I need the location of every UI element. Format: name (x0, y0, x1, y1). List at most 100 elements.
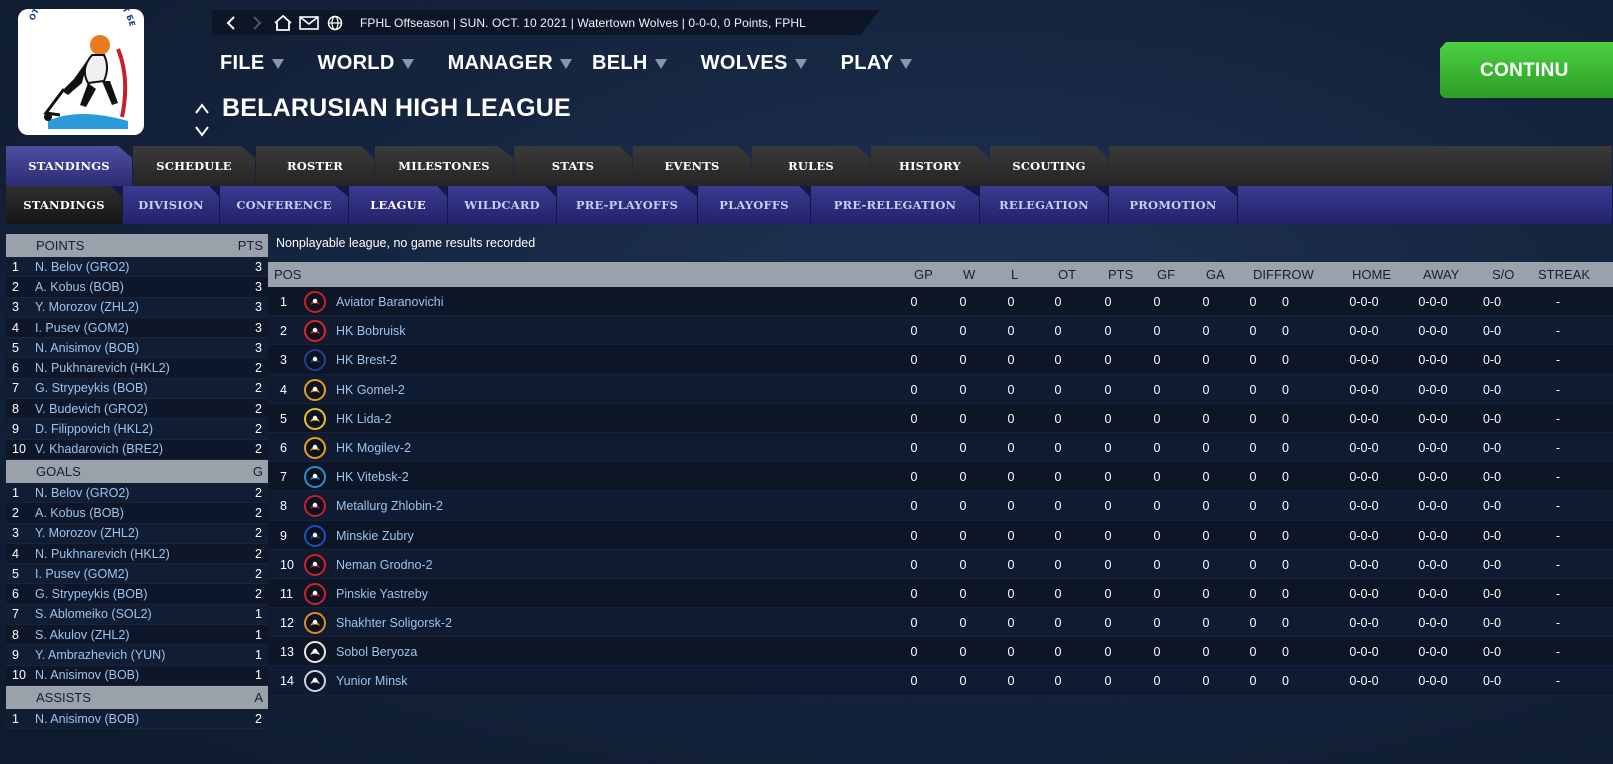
leader-row[interactable]: 7 G. Strypeykis (BOB) 2 (6, 378, 268, 400)
leader-row[interactable]: 2 A. Kobus (BOB) 3 (6, 277, 268, 298)
standings-row[interactable]: 14 Yunior Minsk 0 0 0 0 0 0 0 0 0 0-0-0 0-0-0 0-0 - (268, 666, 1613, 696)
tab-milestones[interactable]: MILESTONES (375, 146, 513, 186)
leader-row[interactable]: 10 V. Khadarovich (BRE2) 2 (6, 439, 268, 460)
team-name-link[interactable]: Pinskie Yastreby (336, 587, 428, 601)
leader-player-link[interactable]: N. Pukhnarevich (HKL2) (35, 361, 248, 375)
standings-row[interactable]: 1 Aviator Baranovichi 0 0 0 0 0 0 0 0 0 0-0-0 0-0-0 0… (268, 287, 1613, 317)
leader-player-link[interactable]: I. Pusev (GOM2) (35, 567, 248, 581)
forward-arrow-icon[interactable] (246, 12, 268, 34)
column-header-gf[interactable]: GF (1157, 267, 1175, 282)
subtab-pre-relegation[interactable]: PRE-RELEGATION (811, 186, 979, 224)
menu-file[interactable]: FILE (220, 52, 284, 75)
leader-player-link[interactable]: A. Kobus (BOB) (35, 506, 248, 520)
team-name-link[interactable]: Metallurg Zhlobin-2 (336, 499, 443, 513)
team-name-link[interactable]: Aviator Baranovichi (336, 295, 443, 309)
leader-player-link[interactable]: V. Budevich (GRO2) (35, 402, 248, 416)
team-name-link[interactable]: Yunior Minsk (336, 674, 408, 688)
leader-row[interactable]: 2 A. Kobus (BOB) 2 (6, 503, 268, 524)
team-name-link[interactable]: HK Gomel-2 (336, 383, 405, 397)
menu-play[interactable]: PLAY (841, 52, 913, 75)
menu-wolves[interactable]: WOLVES (701, 52, 807, 75)
back-arrow-icon[interactable] (220, 12, 242, 34)
leader-player-link[interactable]: N. Belov (GRO2) (35, 260, 248, 274)
leader-row[interactable]: 9 Y. Ambrazhevich (YUN) 1 (6, 645, 268, 666)
standings-row[interactable]: 13 Sobol Beryoza 0 0 0 0 0 0 0 0 0 0-0-0 0-0-0 0-0 - (268, 637, 1613, 667)
column-header-l[interactable]: L (1011, 267, 1018, 282)
column-header-away[interactable]: AWAY (1423, 267, 1459, 282)
subtab-league[interactable]: LEAGUE (349, 186, 447, 224)
tab-roster[interactable]: ROSTER (256, 146, 374, 186)
column-header-gp[interactable]: GP (914, 267, 933, 282)
column-header-home[interactable]: HOME (1352, 267, 1391, 282)
leader-player-link[interactable]: V. Khadarovich (BRE2) (35, 442, 248, 456)
column-header-ga[interactable]: GA (1206, 267, 1225, 282)
subtab-playoffs[interactable]: PLAYOFFS (698, 186, 810, 224)
home-icon[interactable] (272, 12, 294, 34)
leader-player-link[interactable]: N. Pukhnarevich (HKL2) (35, 547, 248, 561)
tab-rules[interactable]: RULES (752, 146, 870, 186)
team-name-link[interactable]: HK Lida-2 (336, 412, 392, 426)
standings-row[interactable]: 11 Pinskie Yastreby 0 0 0 0 0 0 0 0 0 0-0-0 0-0-0 0-0… (268, 578, 1613, 609)
leader-player-link[interactable]: S. Akulov (ZHL2) (35, 628, 248, 642)
subtab-wildcard[interactable]: WILDCARD (448, 186, 556, 224)
standings-row[interactable]: 7 HK Vitebsk-2 0 0 0 0 0 0 0 0 0 0-0-0 0-0-0 0-0 - (268, 462, 1613, 492)
menu-world[interactable]: WORLD (318, 52, 414, 75)
leader-player-link[interactable]: Y. Morozov (ZHL2) (35, 300, 248, 314)
menu-manager[interactable]: MANAGER (448, 52, 573, 75)
column-header-row[interactable]: ROW (1282, 267, 1314, 282)
globe-icon[interactable] (324, 12, 346, 34)
leader-row[interactable]: 9 D. Filippovich (HKL2) 2 (6, 419, 268, 440)
leader-player-link[interactable]: N. Anisimov (BOB) (35, 712, 248, 726)
leader-row[interactable]: 8 V. Budevich (GRO2) 2 (6, 399, 268, 420)
column-header-ot[interactable]: OT (1058, 267, 1076, 282)
tab-events[interactable]: EVENTS (633, 146, 751, 186)
leader-player-link[interactable]: S. Ablomeiko (SOL2) (35, 607, 248, 621)
team-name-link[interactable]: HK Vitebsk-2 (336, 470, 409, 484)
continue-button[interactable]: CONTINU (1440, 42, 1613, 98)
leader-player-link[interactable]: A. Kobus (BOB) (35, 280, 248, 294)
tab-standings[interactable]: STANDINGS (6, 146, 132, 186)
standings-row[interactable]: 9 Minskie Zubry 0 0 0 0 0 0 0 0 0 0-0-0 0-0-0 0-0 - (268, 520, 1613, 550)
column-header-so[interactable]: S/O (1492, 267, 1514, 282)
leader-player-link[interactable]: N. Anisimov (BOB) (35, 341, 248, 355)
team-name-link[interactable]: HK Mogilev-2 (336, 441, 411, 455)
leader-row[interactable]: 5 N. Anisimov (BOB) 3 (6, 338, 268, 359)
tab-history[interactable]: HISTORY (871, 146, 989, 186)
subtab-promotion[interactable]: PROMOTION (1109, 186, 1237, 224)
leader-row[interactable]: 4 I. Pusev (GOM2) 3 (6, 317, 268, 339)
menu-belh[interactable]: BELH (592, 52, 667, 75)
leader-row[interactable]: 10 N. Anisimov (BOB) 1 (6, 665, 268, 686)
leader-player-link[interactable]: I. Pusev (GOM2) (35, 321, 248, 335)
tab-stats[interactable]: STATS (514, 146, 632, 186)
subtab-pre-playoffs[interactable]: PRE-PLAYOFFS (557, 186, 697, 224)
standings-row[interactable]: 6 HK Mogilev-2 0 0 0 0 0 0 0 0 0 0-0-0 0-0-0 0-0 - (268, 432, 1613, 463)
mail-icon[interactable] (298, 12, 320, 34)
column-header-pts[interactable]: PTS (1108, 267, 1133, 282)
league-switch-icon[interactable] (194, 103, 210, 137)
column-header-streak[interactable]: STREAK (1538, 267, 1590, 282)
team-name-link[interactable]: HK Bobruisk (336, 324, 405, 338)
points-leaders-header[interactable]: POINTS PTS (6, 234, 268, 257)
subtab-standings[interactable]: STANDINGS (6, 186, 122, 224)
leader-player-link[interactable]: G. Strypeykis (BOB) (35, 587, 248, 601)
subtab-conference[interactable]: CONFERENCE (220, 186, 348, 224)
standings-row[interactable]: 8 Metallurg Zhlobin-2 0 0 0 0 0 0 0 0 0 0-0-0 0-0-0 0… (268, 491, 1613, 521)
standings-row[interactable]: 4 HK Gomel-2 0 0 0 0 0 0 0 0 0 0-0-0 0-0-0 0-0 - (268, 374, 1613, 404)
leader-row[interactable]: 3 Y. Morozov (ZHL2) 2 (6, 523, 268, 544)
leader-player-link[interactable]: N. Anisimov (BOB) (35, 668, 248, 682)
leader-player-link[interactable]: G. Strypeykis (BOB) (35, 381, 248, 395)
tab-schedule[interactable]: SCHEDULE (133, 146, 255, 186)
column-header-diff[interactable]: DIFF (1253, 267, 1282, 282)
standings-row[interactable]: 12 Shakhter Soligorsk-2 0 0 0 0 0 0 0 0 0 0-0-0 0-0-… (268, 608, 1613, 638)
standings-row[interactable]: 10 Neman Grodno-2 0 0 0 0 0 0 0 0 0 0-0-0 0-0-0 0-0 - (268, 549, 1613, 579)
team-name-link[interactable]: HK Brest-2 (336, 353, 397, 367)
standings-row[interactable]: 2 HK Bobruisk 0 0 0 0 0 0 0 0 0 0-0-0 0-0-0 0-0 - (268, 316, 1613, 346)
leader-row[interactable]: 8 S. Akulov (ZHL2) 1 (6, 625, 268, 646)
standings-row[interactable]: 3 HK Brest-2 0 0 0 0 0 0 0 0 0 0-0-0 0-0-0 0-0 - (268, 345, 1613, 375)
team-name-link[interactable]: Minskie Zubry (336, 529, 414, 543)
leader-row[interactable]: 7 S. Ablomeiko (SOL2) 1 (6, 604, 268, 626)
leader-row[interactable]: 1 N. Belov (GRO2) 2 (6, 482, 268, 504)
column-header-pos[interactable]: POS (274, 267, 301, 282)
leader-row[interactable]: 6 G. Strypeykis (BOB) 2 (6, 584, 268, 605)
subtab-relegation[interactable]: RELEGATION (980, 186, 1108, 224)
